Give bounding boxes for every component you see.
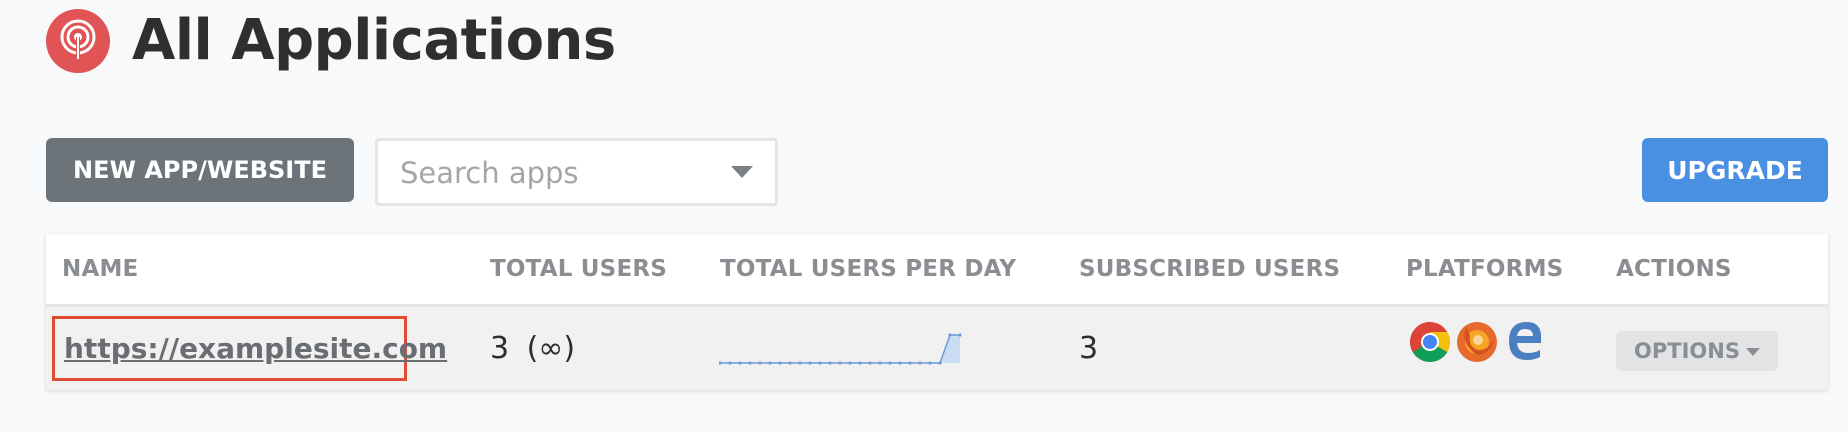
sparkline-area <box>720 335 960 363</box>
options-button[interactable]: OPTIONS <box>1616 331 1778 371</box>
sparkline-point-10 <box>818 361 822 365</box>
sparkline-point-6 <box>778 361 782 365</box>
chevron-down-icon <box>1745 348 1760 356</box>
sparkline-point-16 <box>878 361 882 365</box>
total-users-cell: 3 (∞) <box>490 331 575 366</box>
sparkline-point-2 <box>738 361 742 365</box>
sparkline-point-15 <box>868 361 872 365</box>
sparkline-line <box>720 334 960 364</box>
edge-icon <box>1509 322 1542 360</box>
sparkline-point-7 <box>788 361 792 365</box>
sparkline-point-19 <box>908 361 912 365</box>
search-apps-input[interactable] <box>398 141 722 205</box>
sparkline-point-0 <box>719 361 722 365</box>
column-header-name: NAME <box>62 256 139 282</box>
total-users-value: 3 <box>490 331 510 366</box>
options-label: OPTIONS <box>1634 339 1740 363</box>
sparkline-point-14 <box>858 361 862 365</box>
upgrade-button[interactable]: UPGRADE <box>1642 138 1828 202</box>
page-title: All Applications <box>132 8 616 73</box>
column-header-platforms: PLATFORMS <box>1406 256 1564 282</box>
subscribed-users-value: 3 <box>1079 331 1099 366</box>
sparkline-point-24 <box>958 333 962 337</box>
column-header-actions: ACTIONS <box>1616 256 1732 282</box>
column-header-total-users: TOTAL USERS <box>490 256 668 282</box>
column-header-subscribed-users: SUBSCRIBED USERS <box>1079 256 1341 282</box>
new-app-website-button[interactable]: NEW APP/WEBSITE <box>46 138 354 202</box>
sparkline-point-23 <box>948 333 952 337</box>
sparkline-point-22 <box>938 361 942 365</box>
sparkline-point-1 <box>728 361 732 365</box>
sparkline-point-8 <box>798 361 802 365</box>
sparkline-point-17 <box>888 361 892 365</box>
table-header: NAME TOTAL USERS TOTAL USERS PER DAY SUB… <box>46 234 1828 307</box>
total-users-cap: (∞) <box>526 331 576 366</box>
sparkline-point-18 <box>898 361 902 365</box>
sparkline-point-13 <box>848 361 852 365</box>
sparkline-point-11 <box>828 361 832 365</box>
sparkline-point-20 <box>918 361 922 365</box>
users-per-day-sparkline <box>719 333 962 365</box>
sparkline-point-9 <box>808 361 812 365</box>
app-signal-logo-icon <box>46 9 110 73</box>
firefox-icon <box>1457 322 1497 362</box>
sparkline-point-12 <box>838 361 842 365</box>
chevron-down-icon[interactable] <box>731 166 753 178</box>
table-row: https://examplesite.com 3 (∞) 3 OPTIONS <box>46 307 1828 390</box>
sparkline-point-5 <box>768 361 772 365</box>
sparkline-point-21 <box>928 361 932 365</box>
chrome-icon <box>1410 322 1450 362</box>
sparkline-point-4 <box>758 361 762 365</box>
applications-table: NAME TOTAL USERS TOTAL USERS PER DAY SUB… <box>46 234 1828 390</box>
app-name-link[interactable]: https://examplesite.com <box>52 316 447 381</box>
column-header-total-users-per-day: TOTAL USERS PER DAY <box>720 256 1017 282</box>
sparkline-point-3 <box>748 361 752 365</box>
page-header: All Applications <box>46 9 616 73</box>
search-apps-dropdown[interactable] <box>375 138 778 206</box>
